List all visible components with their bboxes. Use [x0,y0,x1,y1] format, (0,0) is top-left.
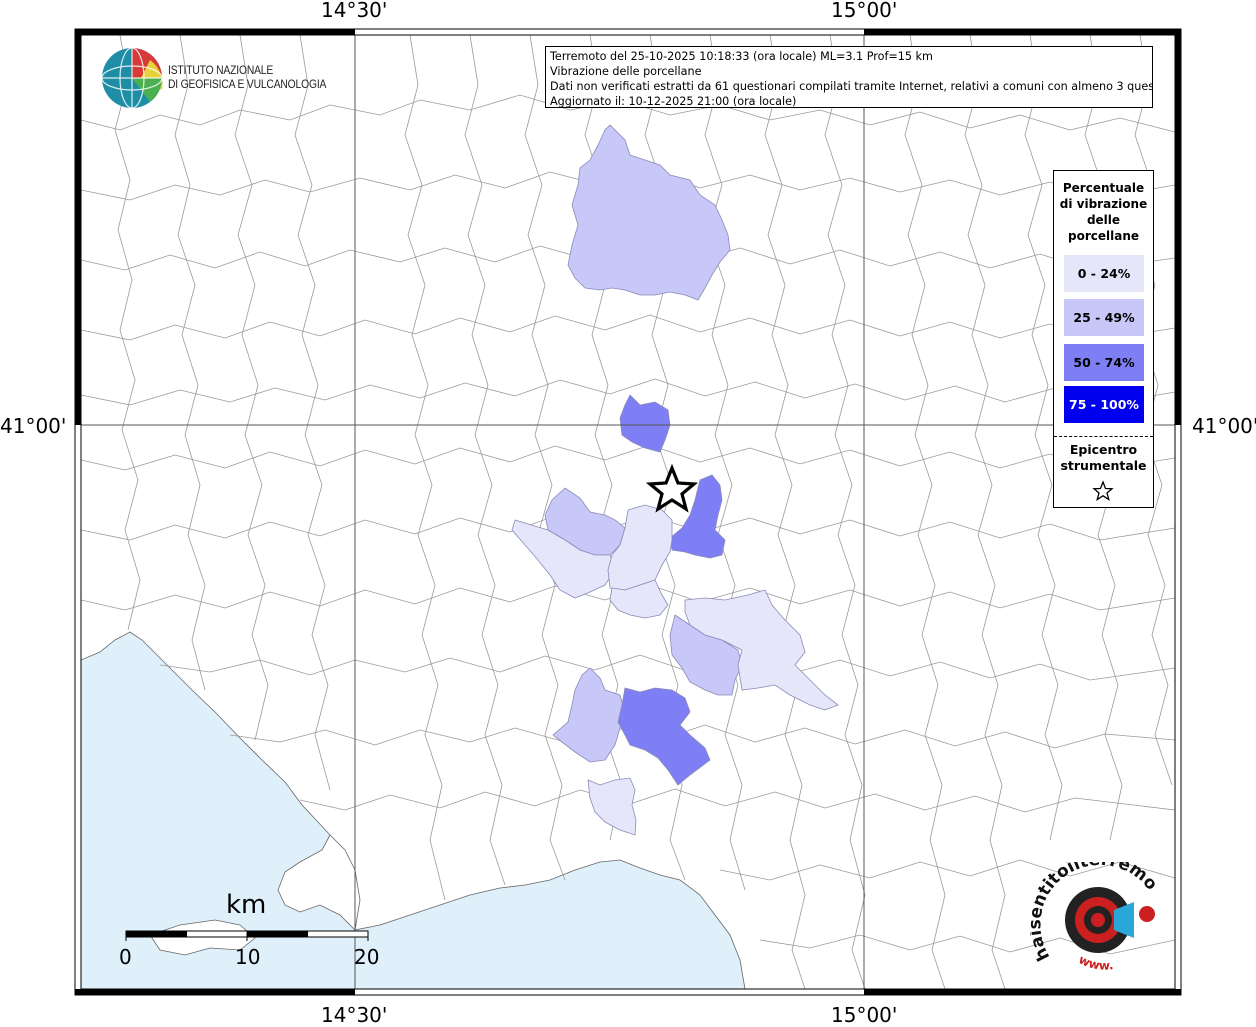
event-info-box: Terremoto del 25-10-2025 10:18:33 (ora l… [545,46,1153,108]
legend-entry-50-74: 50 - 74% [1064,344,1144,381]
lon-label-top-right: 15°00' [831,0,898,22]
haisentito-logo-icon: haisentitoilterremoto.it www. [1030,862,1161,973]
svg-text:www.: www. [1076,952,1114,972]
legend-entry-75-100: 75 - 100% [1064,386,1144,423]
lon-label-bottom-left: 14°30' [321,1003,388,1027]
legend-title-line-3: delle [1086,213,1121,227]
institute-line-1: ISTITUTO NAZIONALE [168,63,274,77]
lon-label-top-left: 14°30' [321,0,388,22]
event-info-line-1: Terremoto del 25-10-2025 10:18:33 (ora l… [550,50,933,63]
scale-tick-20: 20 [354,945,380,969]
event-info-line-2: Vibrazione delle porcellane [550,65,702,78]
institute-name: ISTITUTO NAZIONALE DI GEOFISICA E VULCAN… [168,63,326,91]
legend: Percentuale di vibrazione delle porcella… [1053,170,1154,508]
legend-title-line-4: porcellane [1067,229,1139,243]
lon-label-bottom-right: 15°00' [831,1003,898,1027]
legend-star-icon [1092,480,1114,501]
legend-epicenter-line-1: Epicentro [1069,442,1138,457]
legend-epicenter-label: Epicentro strumentale [1054,442,1153,474]
scale-tick-0: 0 [119,945,132,969]
legend-epicenter-line-2: strumentale [1060,458,1147,473]
event-info-line-3: Dati non verificati estratti da 61 quest… [550,80,1153,93]
watermark-url: www. [1076,952,1114,972]
scale-tick-10: 10 [235,945,261,969]
legend-title: Percentuale di vibrazione delle porcella… [1054,180,1153,244]
legend-title-line-2: di vibrazione [1059,197,1148,211]
legend-title-line-1: Percentuale [1062,181,1145,195]
lat-label-left: 41°00' [0,414,67,438]
event-info-line-4: Aggiornato il: 10-12-2025 21:00 (ora loc… [550,95,797,108]
legend-entry-25-49: 25 - 49% [1064,299,1144,336]
legend-entry-0-24: 0 - 24% [1064,255,1144,292]
scale-unit: km [226,890,267,920]
legend-separator [1054,436,1153,437]
lat-label-right: 41°00' [1192,414,1256,438]
institute-line-2: DI GEOFISICA E VULCANOLOGIA [168,77,327,91]
